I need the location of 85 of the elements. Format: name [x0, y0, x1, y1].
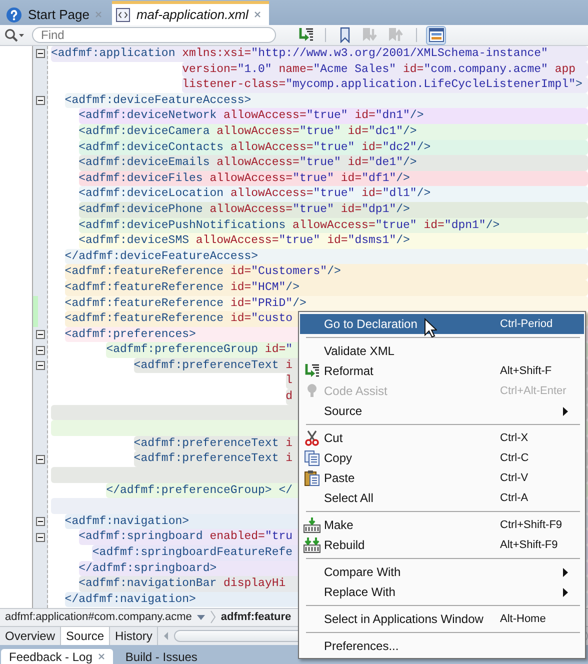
collapse-icon[interactable] [36, 517, 45, 526]
submenu-arrow-icon [563, 406, 568, 416]
editor-tab[interactable]: Start Page [2, 1, 110, 25]
panel-tab[interactable]: Feedback - Log [1, 649, 114, 664]
code-line: <adfmf:deviceLocation allowAccess="true" id="dl1"/> [78, 187, 431, 200]
code-line: <adfmf:navigationBar displayHi [78, 577, 286, 590]
code-line: </adfmf:deviceFeatureAccess> [64, 250, 258, 263]
rebuild-icon [303, 537, 321, 553]
close-icon[interactable] [98, 653, 106, 660]
code-line: <adfmf:devicePushNotifications allowAccess="true" id="dpn1"/> [78, 218, 500, 232]
menu-item[interactable]: Select All Ctrl-A [300, 488, 584, 508]
menu-item[interactable]: Validate XML [300, 341, 584, 361]
make-icon [303, 517, 321, 533]
code-line: <adfmf:deviceContacts allowAccess="true" id="dc2"/> [78, 140, 431, 154]
code-line: </adfmf:springboard> [78, 562, 217, 575]
code-line: </adfmf:navigation> [64, 592, 196, 606]
xml-file-icon [116, 8, 130, 22]
code-line: <adfmf:deviceFiles allowAccess="true" id="df1"/> [78, 172, 410, 185]
code-line: <adfmf:featureReference id="HCM"/> [64, 280, 300, 294]
collapse-icon[interactable] [36, 532, 45, 542]
collapse-icon[interactable] [36, 346, 45, 355]
code-line: <adfmf:springboardFeatureRefe [92, 546, 293, 559]
code-line: <adfmf:application xmlns:xsi="http://www.w3.org/2001/XMLSchema-instance" [51, 47, 548, 60]
code-line: <adfmf:springboard enabled="tru [78, 530, 293, 544]
code-line: <adfmf:deviceSMS allowAccess="true" id="dsms1"/> [78, 234, 410, 248]
submenu-arrow-icon [563, 568, 568, 576]
code-line: listener-class="mycomp.application.LifeCycleListenerImpl"> [182, 78, 582, 92]
caret-icon[interactable] [196, 614, 205, 620]
menu-item[interactable]: Select in Applications Window Alt-Home [300, 609, 584, 629]
lightbulb-icon [306, 383, 318, 399]
breadcrumb-item[interactable]: adfmf:application#com.company.acme [5, 611, 192, 624]
code-line: <adfmf:deviceCamera allowAccess="true" id="dc1"/> [78, 124, 417, 138]
menu-item[interactable]: Copy Ctrl-C [300, 448, 584, 468]
submenu-arrow-icon [563, 588, 568, 596]
code-line: <adfmf:deviceEmails allowAccess="true" id="de1"/> [78, 156, 417, 170]
reformat-icon [298, 27, 314, 43]
code-line: <adfmf:preferenceText i [134, 358, 293, 372]
code-line: <adfmf:featureReference id="PRiD"/> [64, 296, 306, 310]
menu-item[interactable]: Source [300, 401, 584, 421]
code-line: <adfmf:preferenceText i [134, 436, 293, 450]
scissors-icon [304, 430, 320, 446]
code-line: <adfmf:preferenceGroup id=" [106, 343, 293, 356]
breadcrumb-item[interactable]: adfmf:feature [220, 611, 292, 624]
clipboard-icon [304, 470, 320, 486]
code-line: version="1.0" name="Acme Sales" id="com.company.acme" app [182, 62, 576, 76]
chevron-icon [210, 610, 216, 624]
menu-item[interactable]: Paste Ctrl-V [300, 468, 584, 488]
code-line: <adfmf:deviceFeatureAccess> [64, 94, 252, 107]
bookmark-icon [339, 27, 351, 43]
close-icon[interactable] [254, 11, 262, 18]
code-line: <adfmf:featureReference id="custo [64, 312, 293, 326]
collapse-icon[interactable] [36, 454, 45, 464]
code-line: <adfmf:featureReference id="Customers"/> [64, 265, 341, 278]
collapse-icon[interactable] [36, 361, 45, 370]
code-line: <adfmf:navigation> [64, 514, 190, 528]
menu-item[interactable]: Rebuild Alt+Shift-F9 [300, 535, 584, 555]
copy-icon [304, 450, 320, 466]
reformat-icon [304, 363, 320, 379]
menu-item[interactable]: Replace With [300, 582, 584, 602]
collapse-icon[interactable] [36, 330, 45, 339]
split-button[interactable] [426, 26, 446, 44]
editor-tab[interactable]: maf-application.xml [112, 1, 270, 25]
code-line: <adfmf:deviceNetwork allowAccess="true" id="dn1"/> [78, 109, 424, 122]
code-line: <adfmf:preferenceText i [134, 452, 293, 466]
code-line: </adfmf:preferenceGroup> </ [106, 484, 293, 497]
menu-item[interactable]: Make Ctrl+Shift-F9 [300, 515, 584, 535]
collapse-icon[interactable] [36, 49, 45, 58]
search-field[interactable]: Find [32, 27, 276, 43]
code-line: <adfmf:devicePhone allowAccess="true" id="dp1"/> [78, 202, 410, 216]
mouse-cursor-icon [424, 318, 437, 338]
next-bookmark-icon [362, 27, 380, 43]
menu-item[interactable]: Compare With [300, 562, 584, 582]
menu-item[interactable]: Cut Ctrl-X [300, 428, 584, 448]
previous-bookmark-icon [388, 27, 406, 43]
menu-item[interactable]: Preferences... [300, 636, 584, 656]
panel-tab[interactable]: Build - Issues [117, 649, 206, 664]
layout-icon [428, 28, 444, 42]
view-tab[interactable]: Source [61, 626, 110, 645]
search-icon[interactable] [4, 28, 26, 42]
help-icon [6, 6, 22, 22]
code-line: <adfmf:preferences> [64, 328, 196, 341]
collapse-icon[interactable] [36, 96, 45, 106]
code-line: l [286, 374, 292, 388]
code-line: d [286, 390, 292, 404]
menu-item[interactable]: Reformat Alt+Shift-F [300, 361, 584, 381]
